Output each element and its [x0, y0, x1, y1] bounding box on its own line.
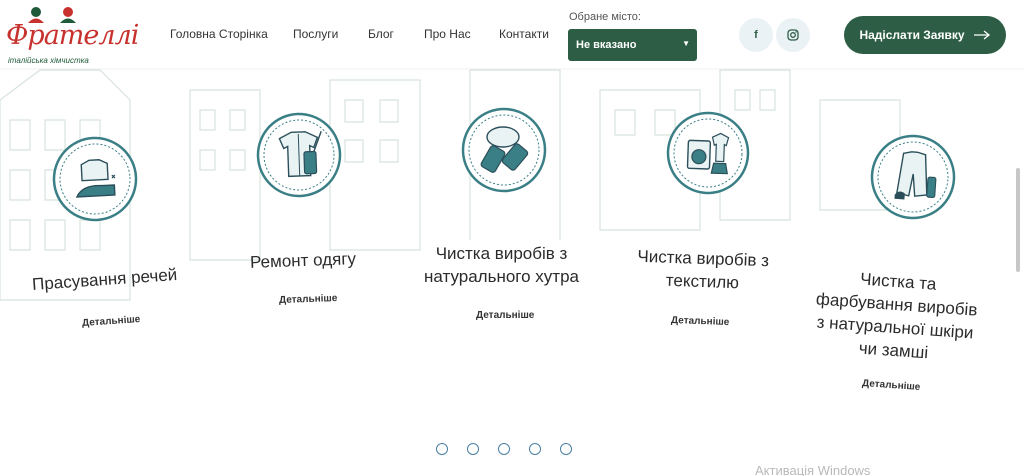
- logo-name: Фрателлі: [6, 20, 139, 51]
- service-more-link-repair[interactable]: Детальніше: [279, 293, 338, 306]
- arrow-right-icon: [973, 30, 990, 40]
- washing-machine-icon: [665, 110, 752, 197]
- nav-item-about[interactable]: Про Нас: [424, 27, 471, 41]
- service-title-textile-line-2: текстилю: [665, 270, 740, 293]
- fur-brush-icon: [461, 107, 547, 193]
- ironing-icon: [50, 134, 140, 224]
- service-title-textile-line-1: Чистка виробів з: [637, 246, 770, 271]
- windows-activation-watermark: Активація Windows: [755, 463, 871, 476]
- pager-dot-3[interactable]: [498, 443, 510, 455]
- service-more-link-textile[interactable]: Детальніше: [671, 315, 730, 328]
- pager-dot-5[interactable]: [560, 443, 572, 455]
- nav-item-blog[interactable]: Блог: [368, 27, 394, 41]
- instagram-icon: [787, 29, 799, 41]
- send-request-label: Надіслати Заявку: [859, 28, 965, 42]
- city-select-value: Не вказано: [576, 39, 637, 51]
- service-title-leather: Чистка та фарбування виробів з натуральн…: [812, 264, 980, 367]
- pager-dot-4[interactable]: [529, 443, 541, 455]
- facebook-button[interactable]: f: [739, 18, 773, 52]
- service-title-fur: Чистка виробів з натурального хутра: [424, 242, 579, 288]
- service-title-textile: Чистка виробів з текстилю: [636, 245, 769, 296]
- facebook-icon: f: [754, 29, 758, 41]
- nav-item-contacts[interactable]: Контакти: [499, 27, 549, 41]
- city-select[interactable]: Не вказано ▼: [568, 29, 697, 61]
- caret-down-icon: ▼: [682, 39, 690, 48]
- service-title-fur-line-2: натурального хутра: [424, 267, 579, 286]
- page-scrollbar-thumb[interactable]: [1016, 168, 1020, 272]
- page-scrollbar[interactable]: [1015, 68, 1021, 476]
- site-header: Фрателлі італійська хімчистка Головна Ст…: [0, 0, 1024, 68]
- nav-item-services[interactable]: Послуги: [293, 27, 338, 41]
- city-select-label: Обране місто:: [569, 11, 641, 23]
- send-request-button[interactable]: Надіслати Заявку: [844, 16, 1006, 54]
- service-title-repair: Ремонт одягу: [249, 249, 357, 272]
- sewing-shirt-icon: [255, 111, 344, 200]
- leather-coat-icon: [867, 131, 959, 223]
- site-logo[interactable]: Фрателлі італійська хімчистка: [2, 4, 139, 66]
- service-more-link-fur[interactable]: Детальніше: [476, 310, 534, 321]
- nav-item-home[interactable]: Головна Сторінка: [170, 27, 268, 41]
- service-title-fur-line-1: Чистка виробів з: [435, 244, 568, 263]
- pager-dot-1[interactable]: [436, 443, 448, 455]
- pager-dot-2[interactable]: [467, 443, 479, 455]
- logo-tagline: італійська хімчистка: [8, 56, 89, 65]
- instagram-button[interactable]: [776, 18, 810, 52]
